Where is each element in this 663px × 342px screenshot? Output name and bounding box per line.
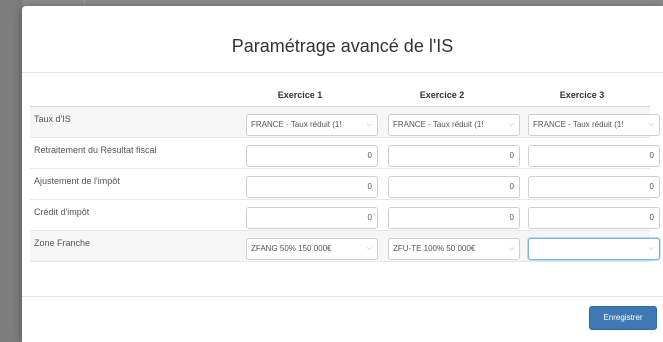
- ajustement-input-exercice-3[interactable]: 0: [528, 176, 660, 198]
- zone-franche-select-exercice-1[interactable]: ZFANG 50% 150 000€ ⌵: [246, 238, 378, 260]
- column-header-exercice-3: Exercice 3: [559, 90, 605, 100]
- select-value: FRANCE - Taux réduit (1!: [251, 120, 342, 129]
- select-value: FRANCE - Taux réduit (1!: [533, 120, 624, 129]
- taux-is-select-exercice-2[interactable]: FRANCE - Taux réduit (1! ⌵: [388, 114, 520, 136]
- table-row-credit-impot: Crédit d'impôt 0 0 0: [30, 200, 660, 231]
- select-value: ZFU-TE 100% 50 000€: [393, 244, 476, 253]
- credit-impot-input-exercice-1[interactable]: 0: [246, 207, 378, 229]
- credit-impot-input-exercice-3[interactable]: 0: [528, 207, 660, 229]
- table-row-zone-franche: Zone Franche ZFANG 50% 150 000€ ⌵ ZFU-TE…: [30, 231, 660, 262]
- table-header: Exercice 1 Exercice 2 Exercice 3: [30, 85, 650, 107]
- chevron-down-icon: ⌵: [366, 245, 372, 252]
- credit-impot-input-exercice-2[interactable]: 0: [388, 207, 520, 229]
- row-label: Zone Franche: [34, 238, 91, 248]
- row-label: Ajustement de l'impôt: [34, 176, 120, 186]
- table-row-retraitement: Retraitement du Résultat fiscal 0 0 0: [30, 138, 660, 169]
- chevron-down-icon: ⌵: [648, 121, 654, 128]
- select-value: FRANCE - Taux réduit (1!: [393, 120, 484, 129]
- zone-franche-select-exercice-3[interactable]: ⌵: [528, 238, 660, 260]
- row-label: Crédit d'impôt: [34, 207, 90, 217]
- chevron-down-icon: ⌵: [508, 121, 514, 128]
- table-row-taux-is: Taux d'IS FRANCE - Taux réduit (1! ⌵ FRA…: [30, 107, 660, 138]
- ajustement-input-exercice-2[interactable]: 0: [388, 176, 520, 198]
- ajustement-input-exercice-1[interactable]: 0: [246, 176, 378, 198]
- retraitement-input-exercice-2[interactable]: 0: [388, 145, 520, 167]
- row-label: Retraitement du Résultat fiscal: [34, 145, 157, 155]
- chevron-down-icon: ⌵: [508, 245, 514, 252]
- footer-divider: [22, 296, 663, 297]
- column-header-exercice-2: Exercice 2: [419, 90, 465, 100]
- chevron-down-icon: ⌵: [648, 245, 654, 252]
- column-header-exercice-1: Exercice 1: [277, 90, 323, 100]
- zone-franche-select-exercice-2[interactable]: ZFU-TE 100% 50 000€ ⌵: [388, 238, 520, 260]
- modal-backdrop: [0, 0, 22, 342]
- retraitement-input-exercice-3[interactable]: 0: [528, 145, 660, 167]
- save-button[interactable]: Enregistrer: [589, 306, 657, 330]
- settings-table: Exercice 1 Exercice 2 Exercice 3 Taux d'…: [30, 85, 660, 262]
- chevron-down-icon: ⌵: [366, 121, 372, 128]
- modal-title: Paramétrage avancé de l'IS: [231, 36, 454, 56]
- select-value: ZFANG 50% 150 000€: [251, 244, 332, 253]
- table-row-ajustement: Ajustement de l'impôt 0 0 0: [30, 169, 660, 200]
- taux-is-select-exercice-1[interactable]: FRANCE - Taux réduit (1! ⌵: [246, 114, 378, 136]
- row-label: Taux d'IS: [34, 114, 71, 124]
- header-divider: [22, 72, 663, 73]
- taux-is-select-exercice-3[interactable]: FRANCE - Taux réduit (1! ⌵: [528, 114, 660, 136]
- retraitement-input-exercice-1[interactable]: 0: [246, 145, 378, 167]
- is-settings-modal: Paramétrage avancé de l'IS Exercice 1 Ex…: [22, 6, 663, 342]
